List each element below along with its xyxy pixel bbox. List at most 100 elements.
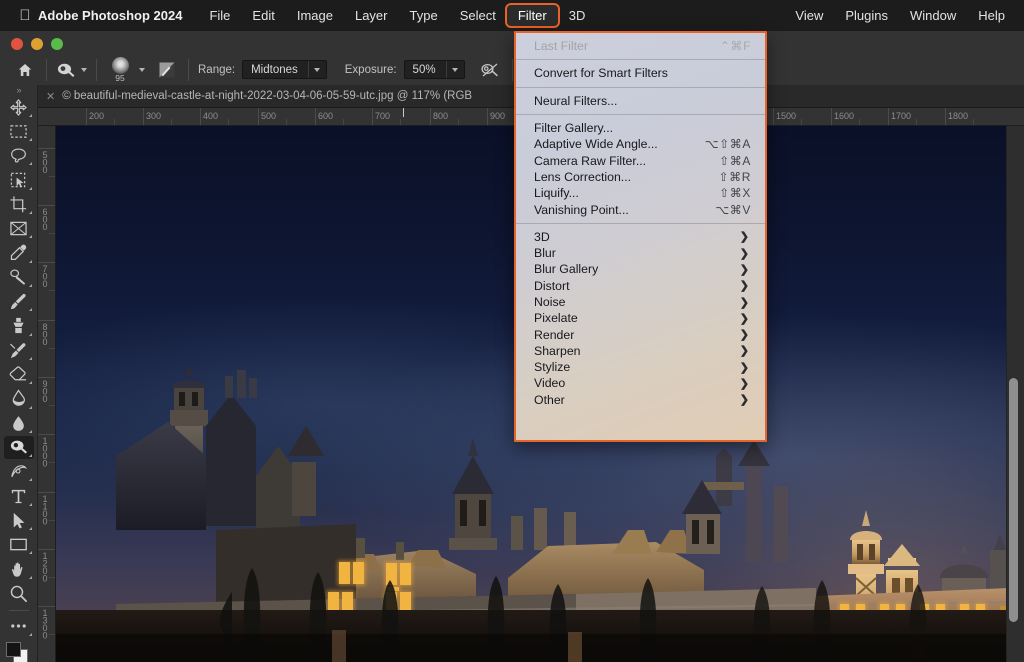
- gradient-tool[interactable]: [4, 387, 34, 410]
- filter-menu-item-filter-gallery[interactable]: Filter Gallery...: [516, 120, 765, 136]
- hand-tool[interactable]: [4, 557, 34, 580]
- chevron-right-icon: ❯: [740, 296, 749, 309]
- filter-menu-item-lens-correction[interactable]: Lens Correction...⇧⌘R: [516, 169, 765, 185]
- exposure-chevron-down-icon[interactable]: [446, 61, 464, 78]
- ruler-label: 800: [40, 322, 50, 345]
- brush-size-value: 95: [115, 73, 124, 83]
- filter-menu-item-sharpen[interactable]: Sharpen❯: [516, 343, 765, 359]
- chevron-right-icon: ❯: [740, 263, 749, 276]
- menubar-item-edit[interactable]: Edit: [241, 5, 285, 26]
- vertical-ruler[interactable]: 5006007008009001000110012001300: [38, 126, 56, 662]
- minimize-window-button[interactable]: [31, 38, 43, 50]
- filter-menu-item-adaptive-wide-angle[interactable]: Adaptive Wide Angle...⌥⇧⌘A: [516, 136, 765, 152]
- ruler-label: 700: [40, 264, 50, 287]
- ruler-minor-tick: [343, 119, 344, 126]
- chevron-down-icon[interactable]: [81, 68, 87, 72]
- airbrush-pressure-icon[interactable]: [477, 61, 503, 79]
- menubar-item-file[interactable]: File: [198, 5, 241, 26]
- toolbox-drag-handle[interactable]: »: [0, 85, 37, 95]
- menubar-item-plugins[interactable]: Plugins: [834, 5, 899, 26]
- edit-toolbar-tool[interactable]: [4, 615, 34, 638]
- tool-preset-picker[interactable]: [56, 61, 87, 79]
- menubar-item-window[interactable]: Window: [899, 5, 967, 26]
- range-select[interactable]: Midtones: [242, 60, 327, 79]
- blur-tool[interactable]: [4, 412, 34, 435]
- rectangle-tool[interactable]: [4, 533, 34, 556]
- filter-menu-item-stylize[interactable]: Stylize❯: [516, 359, 765, 375]
- move-tool[interactable]: [4, 95, 34, 118]
- chevron-right-icon: ❯: [740, 328, 749, 341]
- ruler-minor-tick: [458, 119, 459, 126]
- toolbox-divider: [9, 610, 29, 611]
- dodge-tool-icon: [56, 61, 76, 79]
- menu-item-label: Camera Raw Filter...: [534, 154, 646, 168]
- menubar-item-layer[interactable]: Layer: [344, 5, 399, 26]
- menu-item-label: Blur Gallery: [534, 262, 598, 276]
- menubar-item-3d[interactable]: 3D: [558, 5, 597, 26]
- clone-stamp-tool[interactable]: [4, 314, 34, 337]
- options-divider-2: [96, 59, 97, 81]
- lasso-tool[interactable]: [4, 144, 34, 167]
- ruler-minor-tick: [228, 119, 229, 126]
- brush-size-picker[interactable]: 95: [106, 57, 145, 83]
- home-icon[interactable]: [13, 58, 37, 82]
- frame-tool[interactable]: [4, 217, 34, 240]
- filter-menu-item-liquify[interactable]: Liquify...⇧⌘X: [516, 185, 765, 201]
- chevron-down-icon-brush[interactable]: [139, 68, 145, 72]
- pen-tool[interactable]: [4, 460, 34, 483]
- chevron-right-icon: ❯: [740, 361, 749, 374]
- color-swatches[interactable]: [4, 641, 34, 662]
- ruler-label: 800: [430, 111, 448, 121]
- close-icon[interactable]: ✕: [46, 90, 55, 103]
- filter-menu-item-pixelate[interactable]: Pixelate❯: [516, 310, 765, 326]
- filter-menu-item-blur-gallery[interactable]: Blur Gallery ❯: [516, 261, 765, 277]
- exposure-select[interactable]: 50%: [404, 60, 465, 79]
- filter-dropdown-menu[interactable]: Last Filter⌃⌘FConvert for Smart FiltersN…: [514, 31, 767, 442]
- filter-menu-item-video[interactable]: Video❯: [516, 375, 765, 391]
- menubar-item-select[interactable]: Select: [449, 5, 507, 26]
- apple-logo-icon[interactable]: : [12, 8, 38, 23]
- foreground-color-swatch[interactable]: [6, 642, 21, 657]
- menu-item-label: Last Filter: [534, 39, 588, 53]
- crop-tool[interactable]: [4, 193, 34, 216]
- eyedropper-tool[interactable]: [4, 241, 34, 264]
- maximize-window-button[interactable]: [51, 38, 63, 50]
- spot-healing-brush-tool[interactable]: [4, 266, 34, 289]
- filter-menu-item-vanishing-point[interactable]: Vanishing Point...⌥⌘V: [516, 201, 765, 217]
- object-selection-tool[interactable]: [4, 168, 34, 191]
- filter-menu-item-render[interactable]: Render❯: [516, 326, 765, 342]
- brush-tool[interactable]: [4, 290, 34, 313]
- filter-menu-item-camera-raw-filter[interactable]: Camera Raw Filter...⇧⌘A: [516, 152, 765, 168]
- close-window-button[interactable]: [11, 38, 23, 50]
- filter-menu-item-neural-filters[interactable]: Neural Filters...: [516, 93, 765, 109]
- menubar-item-image[interactable]: Image: [286, 5, 344, 26]
- path-selection-tool[interactable]: [4, 509, 34, 532]
- filter-menu-item-blur[interactable]: Blur❯: [516, 245, 765, 261]
- ruler-minor-tick: [49, 577, 56, 578]
- filter-menu-item-3d[interactable]: 3D❯: [516, 229, 765, 245]
- ruler-label: 200: [86, 111, 104, 121]
- rectangular-marquee-tool[interactable]: [4, 120, 34, 143]
- ruler-label: 1700: [888, 111, 911, 121]
- history-brush-tool[interactable]: [4, 339, 34, 362]
- range-chevron-down-icon[interactable]: [308, 61, 326, 78]
- menu-item-label: Distort: [534, 279, 570, 293]
- eraser-tool[interactable]: [4, 363, 34, 386]
- menu-item-label: Convert for Smart Filters: [534, 66, 668, 80]
- zoom-tool[interactable]: [4, 582, 34, 605]
- filter-menu-item-distort[interactable]: Distort❯: [516, 278, 765, 294]
- menubar-item-help[interactable]: Help: [967, 5, 1016, 26]
- menubar-item-view[interactable]: View: [784, 5, 834, 26]
- filter-menu-item-convert-for-smart-filters[interactable]: Convert for Smart Filters: [516, 65, 765, 81]
- menubar-item-type[interactable]: Type: [399, 5, 449, 26]
- dodge-tool[interactable]: [4, 436, 34, 459]
- ruler-minor-tick: [49, 634, 56, 635]
- filter-menu-item-noise[interactable]: Noise❯: [516, 294, 765, 310]
- vertical-scrollbar-thumb[interactable]: [1009, 378, 1018, 622]
- type-tool[interactable]: [4, 484, 34, 507]
- filter-menu-item-other[interactable]: Other❯: [516, 392, 765, 408]
- menubar-item-filter[interactable]: Filter: [507, 5, 558, 26]
- ruler-tick: [38, 205, 56, 206]
- ruler-minor-tick: [49, 290, 56, 291]
- brush-preset-icon[interactable]: [155, 61, 179, 79]
